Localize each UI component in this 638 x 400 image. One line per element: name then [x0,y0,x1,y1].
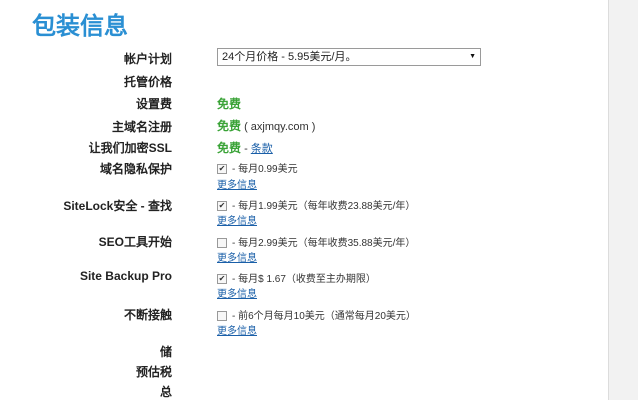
sitelock-more-link[interactable]: 更多信息 [217,212,257,227]
plan-selected-value: 24个月价格 - 5.95美元/月。 [222,51,357,63]
setup-fee-value: 免费 [217,97,242,111]
page-title: 包装信息 [32,12,128,40]
savings-label: 储 [159,345,172,359]
domain-reg-free: 免费 [217,119,242,133]
privacy-more-link[interactable]: 更多信息 [217,176,257,191]
ssl-value: 免费 - 条款 [217,139,273,156]
seo-text: - 每月2.99美元（每年收费35.88美元/年） [232,238,416,249]
ssl-terms-link[interactable]: 条款 [251,143,273,155]
privacy-text: - 每月0.99美元 [232,164,298,175]
backup-more-link[interactable]: 更多信息 [217,285,257,300]
sitelock-text: - 每月1.99美元（每年收费23.88美元/年） [232,201,416,212]
backup-option: ✔ - 每月$ 1.67（收费至主办期限） [217,270,376,285]
backup-text: - 每月$ 1.67（收费至主办期限） [232,274,376,285]
plan-select[interactable]: 24个月价格 - 5.95美元/月。 ▼ [217,48,481,66]
privacy-label: 域名隐私保护 [99,162,172,176]
continuity-text: - 前6个月每月10美元（通常每月20美元） [232,311,416,322]
seo-checkbox[interactable] [217,238,227,249]
seo-option: - 每月2.99美元（每年收费35.88美元/年） [217,234,415,249]
domain-reg-value: 免费 ( axjmqy.com ) [217,117,315,134]
sitelock-checkbox[interactable]: ✔ [217,201,227,212]
privacy-checkbox[interactable]: ✔ [217,164,227,175]
continuity-more-link[interactable]: 更多信息 [217,322,257,337]
backup-label: Site Backup Pro [79,269,172,283]
domain-reg-label: 主域名注册 [111,120,172,134]
privacy-option: ✔ - 每月0.99美元 [217,160,298,175]
tax-label: 预估税 [135,365,172,379]
ssl-label: 让我们加密SSL [88,141,172,155]
sitelock-label: SiteLock安全 - 查找 [63,199,172,213]
seo-label: SEO工具开始 [98,235,172,249]
continuity-label: 不断接触 [123,308,172,322]
continuity-option: - 前6个月每月10美元（通常每月20美元） [217,307,416,322]
package-info-panel: 包装信息 帐户计划 24个月价格 - 5.95美元/月。 ▼ 托管价格 设置费 … [0,0,609,400]
total-label: 总 [159,385,172,399]
sitelock-option: ✔ - 每月1.99美元（每年收费23.88美元/年） [217,197,415,212]
setup-fee-label: 设置费 [135,97,172,111]
seo-more-link[interactable]: 更多信息 [217,249,257,264]
hosting-price-label: 托管价格 [123,75,172,89]
ssl-sep: - [241,143,251,155]
ssl-free: 免费 [217,141,242,155]
domain-reg-domain: ( axjmqy.com ) [244,121,316,133]
continuity-checkbox[interactable] [217,311,227,322]
chevron-down-icon: ▼ [469,53,476,60]
plan-label: 帐户计划 [123,52,172,66]
backup-checkbox[interactable]: ✔ [217,274,227,285]
